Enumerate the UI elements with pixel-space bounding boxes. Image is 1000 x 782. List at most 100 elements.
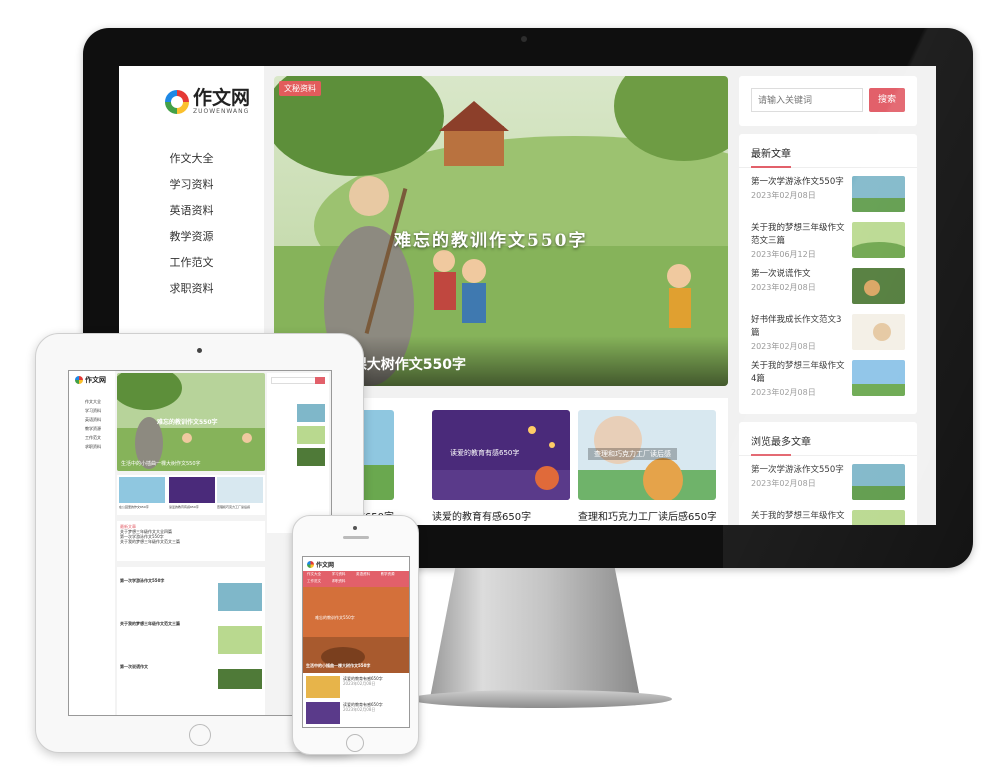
nav-item[interactable]: 学习资料 (85, 406, 101, 415)
search-button[interactable] (315, 377, 325, 384)
article-thumbnail[interactable] (306, 676, 340, 698)
phone-home-button[interactable] (346, 734, 364, 752)
article-thumbnail[interactable] (297, 426, 325, 444)
nav-item[interactable]: 英语资料 (85, 415, 101, 424)
article-thumbnail[interactable] (218, 669, 262, 689)
article-thumbnail[interactable] (306, 702, 340, 724)
article-thumbnail[interactable] (297, 404, 325, 422)
logo-subtitle: ZUOWENWANG (193, 108, 250, 115)
popular-articles-heading: 浏览最多文章 (739, 422, 917, 456)
phone-hero[interactable]: 难忘的教训作文550字 生活中的小插曲一棵大树作文550字 (303, 587, 409, 673)
nav-item[interactable]: 工作范文 (85, 433, 101, 442)
nav-item-english[interactable]: 英语资料 (119, 198, 264, 224)
card-thumbnail[interactable] (169, 477, 215, 503)
article-thumbnail[interactable] (218, 583, 262, 611)
list-item[interactable]: 关于我的梦想三年级作文范文三篇 2023年06月12日 (739, 214, 917, 260)
list-item[interactable]: 读爱的教育有感650字 2023年02月08日 (303, 673, 409, 699)
search-box: 搜索 (739, 76, 917, 126)
list-item[interactable]: 第一次学游泳作文550字 2023年02月08日 (739, 168, 917, 214)
site-logo[interactable]: 作文网 ZUOWENWANG (165, 88, 250, 115)
card-title[interactable]: 查理和巧克力工厂读后感 (217, 505, 263, 510)
logo-icon (307, 560, 314, 568)
article-date: 2023年02月08日 (343, 681, 376, 686)
nav-item[interactable]: 作文大全 (85, 397, 101, 406)
article-title[interactable]: 第一次说谎作文 (751, 268, 850, 281)
nav-item-work[interactable]: 工作范文 (119, 250, 264, 276)
hero-caption: 生活中的小插曲一棵大树作文550字 (121, 461, 201, 467)
list-item[interactable]: 第一次学游泳作文550字 2023年02月08日 (739, 456, 917, 502)
nav-item-essays[interactable]: 作文大全 (119, 146, 264, 172)
nav-item[interactable]: 作文大全 (307, 572, 332, 579)
phone-logo[interactable]: 作文网 (316, 560, 334, 569)
article-title[interactable]: 关于我的梦想三年级作文4篇 (751, 360, 850, 386)
search-input[interactable] (751, 88, 863, 112)
article-title[interactable]: 好书伴我成长作文范文3篇 (751, 314, 850, 340)
article-title[interactable]: 第一次学游泳作文550字 (751, 176, 850, 189)
article-card[interactable]: 查理和巧克力工厂读后感 查理和巧克力工厂读后感650字 (578, 410, 716, 523)
article-thumbnail[interactable] (218, 626, 262, 654)
tablet-logo[interactable]: 作文网 (85, 375, 106, 385)
article-thumbnail[interactable] (851, 176, 905, 212)
tablet-home-button[interactable] (189, 724, 211, 746)
nav-item[interactable]: 学习资料 (332, 572, 357, 579)
tablet-sidebar: 作文网 作文大全 学习资料 英语资料 教学资源 工作范文 求职资料 (69, 371, 115, 715)
nav-item[interactable]: 教学资源 (381, 572, 406, 579)
tablet-camera (197, 348, 202, 353)
nav-item[interactable]: 求职资料 (332, 579, 357, 586)
monitor-stand-neck (430, 568, 640, 698)
tablet-right-rail (267, 373, 329, 533)
tablet-list: 最新文章 关于梦想三年级作文大全四篇 第一次学游泳作文550字 关于我的梦想三年… (117, 521, 265, 561)
card-title: 读爱的教育有感650字 (432, 512, 532, 523)
list-item[interactable]: 读爱的教育有感650字 2023年02月08日 (303, 699, 409, 725)
webcam-dot (521, 36, 527, 42)
nav-item[interactable]: 英语资料 (356, 572, 381, 579)
article-date: 2023年02月08日 (751, 342, 816, 351)
category-badge[interactable]: 文秘资料 (279, 81, 321, 96)
nav-item-jobs[interactable]: 求职资料 (119, 276, 264, 302)
nav-item-study[interactable]: 学习资料 (119, 172, 264, 198)
logo-icon (75, 376, 83, 384)
article-card[interactable]: 读爱的教育有感650字 读爱的教育有感650字 (432, 410, 570, 523)
card-overlay-text: 查理和巧克力工厂读后感 (588, 448, 677, 460)
article-thumbnail[interactable] (851, 360, 905, 396)
device-mockup-stage: 作文网 ZUOWENWANG 作文大全 学习资料 英语资料 教学资源 工作范文 … (0, 0, 1000, 782)
phone-header: 作文网 (303, 557, 409, 571)
article-thumbnail[interactable] (851, 314, 905, 350)
nav-item[interactable]: 教学资源 (85, 424, 101, 433)
list-item[interactable]: 关于我的梦想三年级作文 (739, 502, 917, 525)
card-overlay-text: 读爱的教育有感650字 (450, 449, 520, 457)
nav-item[interactable]: 工作范文 (307, 579, 332, 586)
phone-screen: 作文网 作文大全 学习资料 英语资料 教学资源 工作范文 求职资料 难忘的教训作… (302, 556, 410, 728)
article-title[interactable]: 第一次学游泳作文550字 (751, 464, 850, 477)
hero-overlay-title: 难忘的教训作文550字 (394, 231, 588, 251)
tablet-hero[interactable]: 难忘的教训作文550字 生活中的小插曲一棵大树作文550字 (117, 373, 265, 471)
nav-item-teaching[interactable]: 教学资源 (119, 224, 264, 250)
article-thumbnail[interactable] (297, 448, 325, 466)
article-date: 2023年02月08日 (751, 388, 816, 397)
article-thumbnail[interactable] (851, 268, 905, 304)
logo-title: 作文网 (193, 87, 251, 109)
article-title[interactable]: 关于我的梦想三年级作文 (751, 510, 850, 523)
article-thumbnail[interactable] (851, 222, 905, 258)
card-thumbnail[interactable] (119, 477, 165, 503)
card-thumbnail[interactable] (217, 477, 263, 503)
search-button[interactable]: 搜索 (869, 88, 905, 112)
card-title[interactable]: 在公园里的作文650字 (119, 505, 165, 510)
list-item[interactable]: 关于我的梦想三年级作文4篇 2023年02月08日 (739, 352, 917, 398)
card-title[interactable]: 读爱的教育有感650字 (169, 505, 215, 510)
hero-overlay-title: 难忘的教训作文550字 (315, 615, 355, 620)
list-item[interactable]: 好书伴我成长作文范文3篇 2023年02月08日 (739, 306, 917, 352)
nav-item[interactable]: 求职资料 (85, 442, 101, 451)
latest-articles-panel: 最新文章 第一次学游泳作文550字 2023年02月08日 关于我的梦想三年级作文… (739, 134, 917, 414)
article-thumbnail[interactable] (851, 464, 905, 500)
list-item[interactable]: 第一次说谎作文 2023年02月08日 (739, 260, 917, 306)
tablet-article-list: 第一次学游泳作文550字 关于我的梦想三年级作文范文三篇 第一次说谎作文 (117, 567, 265, 715)
card-thumbnail: 读爱的教育有感650字 (432, 410, 570, 500)
article-title[interactable]: 关于我的梦想三年级作文范文三篇 (751, 222, 850, 248)
phone-camera (353, 526, 357, 530)
article-date: 2023年02月08日 (751, 283, 816, 292)
list-item[interactable]: 关于我的梦想三年级作文范文三篇 (120, 539, 262, 544)
article-thumbnail[interactable] (851, 510, 905, 525)
hero-overlay-title: 难忘的教训作文550字 (157, 419, 218, 426)
article-date: 2023年02月08日 (751, 191, 816, 200)
